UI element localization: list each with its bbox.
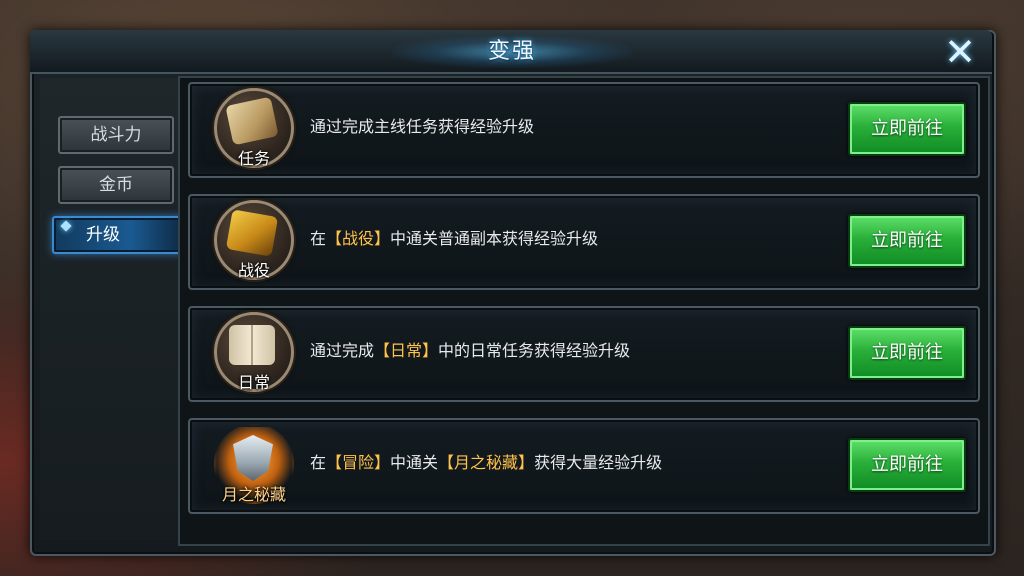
go-now-button[interactable]: 立即前往	[848, 214, 966, 268]
go-now-button[interactable]: 立即前往	[848, 438, 966, 492]
icon-label: 月之秘藏	[221, 485, 286, 504]
icon-label: 任务	[237, 149, 270, 168]
adventure-shield-art	[233, 435, 273, 481]
close-icon[interactable]: ✕	[938, 32, 982, 72]
icon-label: 日常	[237, 373, 270, 392]
entry-description: 在【战役】中通关普通副本获得经验升级	[310, 229, 599, 248]
adventure-shield-icon: 月之秘藏	[214, 424, 294, 504]
quest-scroll-art	[225, 96, 279, 146]
tab-level-up[interactable]: 升级	[52, 216, 184, 254]
go-now-button[interactable]: 立即前往	[848, 326, 966, 380]
tab-combat-power[interactable]: 战斗力	[58, 116, 174, 154]
daily-book-art	[229, 325, 275, 365]
campaign-map-icon: 战役	[214, 200, 294, 280]
entry-description: 通过完成主线任务获得经验升级	[310, 117, 535, 136]
campaign-map-art	[225, 209, 279, 257]
go-now-button[interactable]: 立即前往	[848, 102, 966, 156]
quest-scroll-icon: 任务	[214, 88, 294, 168]
window-title: 变强	[487, 39, 536, 64]
tab-gold[interactable]: 金币	[58, 166, 174, 204]
icon-label: 战役	[237, 261, 270, 280]
entry-description: 通过完成【日常】中的日常任务获得经验升级	[310, 341, 631, 360]
daily-book-icon: 日常	[214, 312, 294, 392]
entry-description: 在【冒险】中通关【月之秘藏】获得大量经验升级	[310, 453, 663, 472]
